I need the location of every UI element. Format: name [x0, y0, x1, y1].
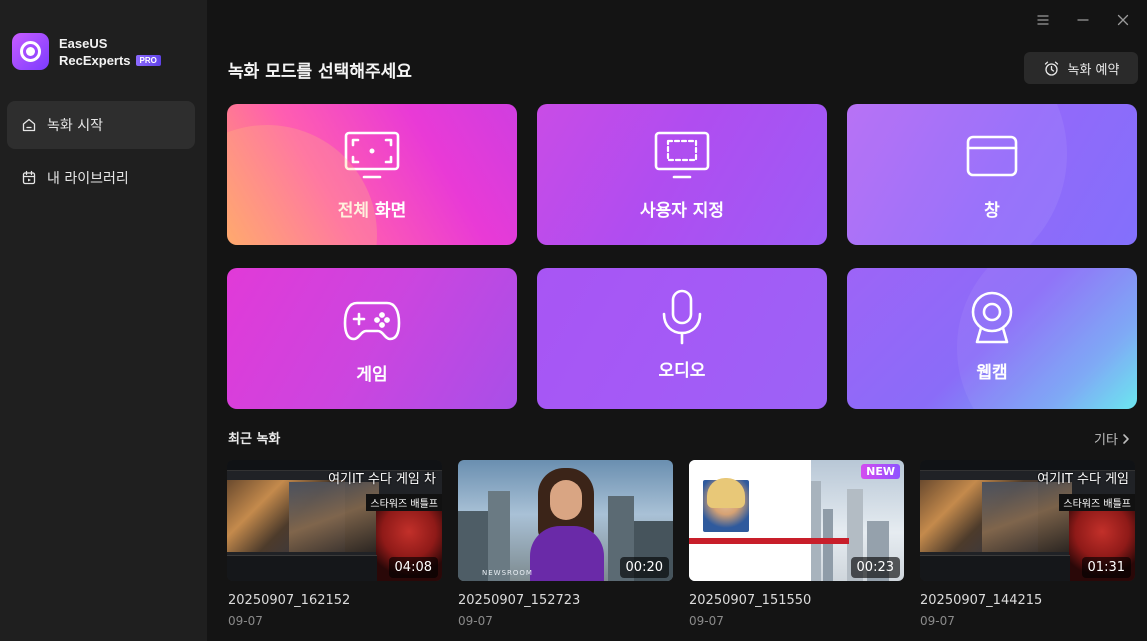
mode-label: 오디오 — [658, 361, 706, 381]
recording-thumbnail[interactable]: NEWSROOM 00:20 — [458, 460, 673, 581]
app-logo: EaseUS RecExperts PRO — [12, 33, 161, 70]
mode-label: 사용자 지정 — [639, 201, 725, 221]
sidebar-item-my-library[interactable]: 내 라이브러리 — [7, 154, 195, 202]
menu-icon — [1037, 15, 1049, 25]
recording-thumbnail[interactable]: 여기IT 수다 게임 스타워즈 배틀프 01:31 — [920, 460, 1135, 581]
recording-date: 09-07 — [228, 614, 263, 628]
schedule-recording-label: 녹화 예약 — [1067, 62, 1120, 78]
recording-date: 09-07 — [458, 614, 493, 628]
webcam-icon — [971, 291, 1013, 344]
mode-card-fullscreen[interactable]: 전체 화면 — [227, 104, 517, 245]
more-label: 기타 — [1094, 433, 1118, 448]
alarm-clock-icon — [1044, 61, 1058, 76]
thumbnail-overlay-text: NEWSROOM — [482, 569, 533, 577]
recording-thumbnail[interactable]: NEW 00:23 — [689, 460, 904, 581]
recording-date: 09-07 — [689, 614, 724, 628]
mode-label: 전체 화면 — [337, 201, 407, 221]
mode-label: 게임 — [356, 365, 388, 385]
duration-badge: 01:31 — [1081, 557, 1131, 578]
recording-date: 09-07 — [920, 614, 955, 628]
sidebar: EaseUS RecExperts PRO 녹화 시작 내 라이브러리 — [0, 0, 207, 641]
mode-card-window[interactable]: 창 — [847, 104, 1137, 245]
mode-label: 창 — [984, 201, 1000, 221]
chevron-right-icon — [1123, 433, 1129, 444]
thumbnail-overlay-text: 여기IT 수다 게임 차 — [328, 472, 436, 487]
new-badge: NEW — [861, 464, 900, 479]
recording-name[interactable]: 20250907_162152 — [228, 593, 350, 608]
menu-button[interactable] — [1033, 10, 1053, 30]
library-icon — [22, 170, 36, 185]
recording-thumbnail[interactable]: 여기IT 수다 게임 차 스타워즈 배틀프 04:08 — [227, 460, 442, 581]
custom-region-monitor-icon — [654, 131, 710, 179]
thumbnail-overlay-tag: 스타워즈 배틀프 — [366, 494, 442, 511]
window-icon — [966, 135, 1018, 177]
thumbnail-overlay-tag: 스타워즈 배틀프 — [1059, 494, 1135, 511]
duration-badge: 00:23 — [850, 557, 900, 578]
recording-name[interactable]: 20250907_152723 — [458, 593, 580, 608]
gamepad-icon — [343, 301, 401, 341]
sidebar-item-label: 내 라이브러리 — [47, 171, 129, 187]
recording-name[interactable]: 20250907_151550 — [689, 593, 811, 608]
minimize-button[interactable] — [1073, 10, 1093, 30]
thumbnail-overlay-text: 여기IT 수다 게임 — [1037, 472, 1129, 487]
app-name-line2: RecExperts — [59, 52, 131, 68]
mode-card-webcam[interactable]: 웹캠 — [847, 268, 1137, 409]
more-recordings-link[interactable]: 기타 — [1094, 429, 1130, 448]
sidebar-item-label: 녹화 시작 — [47, 118, 103, 134]
sidebar-item-start-recording[interactable]: 녹화 시작 — [7, 101, 195, 149]
mode-label: 웹캠 — [976, 363, 1008, 383]
close-icon — [1117, 14, 1129, 26]
duration-badge: 00:20 — [619, 557, 669, 578]
close-button[interactable] — [1113, 10, 1133, 30]
duration-badge: 04:08 — [388, 557, 438, 578]
mode-card-audio[interactable]: 오디오 — [537, 268, 827, 409]
fullscreen-monitor-icon — [344, 131, 400, 179]
app-logo-icon — [12, 33, 49, 70]
page-title: 녹화 모드를 선택해주세요 — [228, 62, 412, 82]
app-name: EaseUS RecExperts PRO — [59, 35, 161, 69]
mode-card-custom[interactable]: 사용자 지정 — [537, 104, 827, 245]
recording-name[interactable]: 20250907_144215 — [920, 593, 1042, 608]
app-name-line1: EaseUS — [59, 35, 108, 51]
schedule-recording-button[interactable]: 녹화 예약 — [1024, 52, 1138, 84]
microphone-icon — [662, 289, 702, 345]
minimize-icon — [1077, 19, 1089, 21]
pro-badge: PRO — [135, 54, 161, 66]
home-icon — [22, 118, 36, 132]
recent-recordings-title: 최근 녹화 — [228, 432, 281, 447]
mode-card-game[interactable]: 게임 — [227, 268, 517, 409]
